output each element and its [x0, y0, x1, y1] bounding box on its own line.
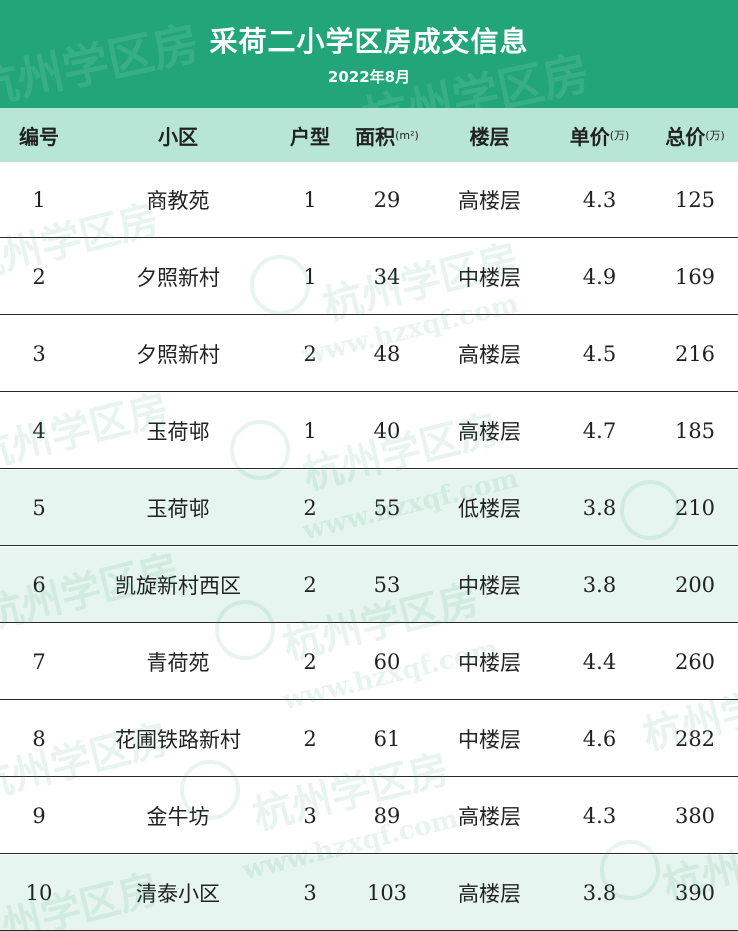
cell-total-price: 216: [674, 341, 716, 366]
cell-total-price: 210: [674, 495, 716, 520]
cell-community: 青荷苑: [146, 650, 210, 675]
unit-label: (万): [609, 129, 630, 142]
cell-number: 8: [32, 726, 46, 751]
cell-unit-price: 3.8: [582, 880, 617, 905]
cell-floor: 高楼层: [458, 419, 521, 444]
cell-unit-price: 3.8: [582, 495, 617, 520]
title-banner: 杭州学区房 杭州学区房 采荷二小学区房成交信息 2022年8月: [0, 0, 738, 108]
cell-total-price: 390: [674, 880, 716, 905]
page-subtitle: 2022年8月: [327, 68, 411, 86]
unit-label: (m²): [395, 128, 419, 142]
cell-floor: 高楼层: [458, 804, 521, 829]
cell-total-price: 282: [674, 726, 716, 751]
cell-community: 清泰小区: [136, 881, 220, 906]
cell-number: 10: [25, 880, 53, 905]
cell-floor: 中楼层: [458, 573, 521, 598]
cell-community: 金牛坊: [146, 804, 210, 829]
cell-total-price: 200: [674, 572, 716, 597]
column-header-unit-price: 单价 (万): [569, 124, 630, 149]
cell-community: 商教苑: [146, 188, 210, 213]
cell-number: 4: [32, 418, 46, 443]
cell-number: 3: [32, 341, 46, 366]
cell-total-price: 260: [674, 649, 716, 674]
cell-community: 夕照新村: [136, 265, 220, 290]
cell-layout: 1: [303, 187, 317, 212]
cell-total-price: 169: [674, 264, 716, 289]
cell-area: 103: [366, 880, 408, 905]
cell-layout: 1: [303, 418, 317, 443]
table-row: 5 玉荷邨 2 55 低楼层 3.8 210: [0, 470, 738, 546]
cell-number: 6: [32, 572, 46, 597]
table-row: 4 玉荷邨 1 40 高楼层 4.7 185: [0, 393, 738, 469]
cell-number: 9: [32, 803, 46, 828]
cell-number: 1: [32, 187, 46, 212]
cell-floor: 高楼层: [458, 881, 521, 906]
cell-community: 凯旋新村西区: [115, 573, 241, 598]
unit-label: (万): [705, 129, 725, 142]
table-row: 2 夕照新村 1 34 中楼层 4.9 169: [0, 239, 738, 315]
cell-area: 48: [373, 341, 401, 366]
cell-area: 29: [373, 187, 401, 212]
cell-floor: 高楼层: [458, 188, 521, 213]
cell-number: 5: [32, 495, 46, 520]
cell-number: 7: [32, 649, 46, 674]
cell-unit-price: 4.3: [582, 187, 617, 212]
cell-unit-price: 3.8: [582, 572, 617, 597]
column-header-area: 面积 (m²): [355, 124, 419, 149]
cell-number: 2: [32, 264, 46, 289]
table-row: 1 商教苑 1 29 高楼层 4.3 125: [0, 162, 738, 238]
table-row: 10 清泰小区 3 103 高楼层 3.8 390: [0, 855, 738, 931]
table-row: 6 凯旋新村西区 2 53 中楼层 3.8 200: [0, 547, 738, 623]
column-header-total-price: 总价 (万): [665, 124, 725, 149]
cell-area: 89: [373, 803, 401, 828]
cell-area: 40: [373, 418, 401, 443]
cell-unit-price: 4.7: [582, 418, 617, 443]
cell-community: 夕照新村: [136, 342, 220, 367]
cell-community: 玉荷邨: [146, 419, 210, 444]
cell-unit-price: 4.3: [582, 803, 617, 828]
cell-floor: 中楼层: [458, 727, 521, 752]
column-header-community: 小区: [158, 124, 198, 149]
cell-unit-price: 4.5: [582, 341, 617, 366]
cell-layout: 2: [303, 495, 317, 520]
cell-area: 53: [373, 572, 401, 597]
cell-community: 花圃铁路新村: [115, 727, 241, 752]
table-row: 7 青荷苑 2 60 中楼层 4.4 260: [0, 624, 738, 700]
cell-area: 61: [373, 726, 401, 751]
cell-floor: 低楼层: [458, 496, 521, 521]
cell-unit-price: 4.4: [582, 649, 617, 674]
cell-layout: 2: [303, 726, 317, 751]
column-header-layout: 户型: [290, 124, 330, 149]
cell-area: 55: [373, 495, 401, 520]
table-row: 3 夕照新村 2 48 高楼层 4.5 216: [0, 316, 738, 392]
cell-total-price: 380: [674, 803, 716, 828]
cell-layout: 3: [303, 880, 317, 905]
cell-total-price: 125: [674, 187, 716, 212]
cell-community: 玉荷邨: [146, 496, 210, 521]
cell-floor: 高楼层: [458, 342, 521, 367]
column-header-number: 编号: [19, 124, 59, 149]
cell-layout: 2: [303, 572, 317, 597]
cell-layout: 1: [303, 264, 317, 289]
cell-unit-price: 4.9: [582, 264, 617, 289]
table-row: 8 花圃铁路新村 2 61 中楼层 4.6 282: [0, 701, 738, 777]
page-title: 采荷二小学区房成交信息: [209, 25, 529, 58]
table-header: 编号 小区 户型 面积 (m²) 楼层 单价 (万) 总价 (万): [0, 108, 738, 162]
cell-layout: 2: [303, 341, 317, 366]
cell-floor: 中楼层: [458, 265, 521, 290]
table-row: 9 金牛坊 3 89 高楼层 4.3 380: [0, 778, 738, 854]
cell-layout: 3: [303, 803, 317, 828]
cell-area: 60: [373, 649, 401, 674]
cell-total-price: 185: [674, 418, 716, 443]
cell-unit-price: 4.6: [582, 726, 617, 751]
cell-floor: 中楼层: [458, 650, 521, 675]
cell-layout: 2: [303, 649, 317, 674]
cell-area: 34: [373, 264, 401, 289]
column-header-floor: 楼层: [469, 124, 510, 149]
